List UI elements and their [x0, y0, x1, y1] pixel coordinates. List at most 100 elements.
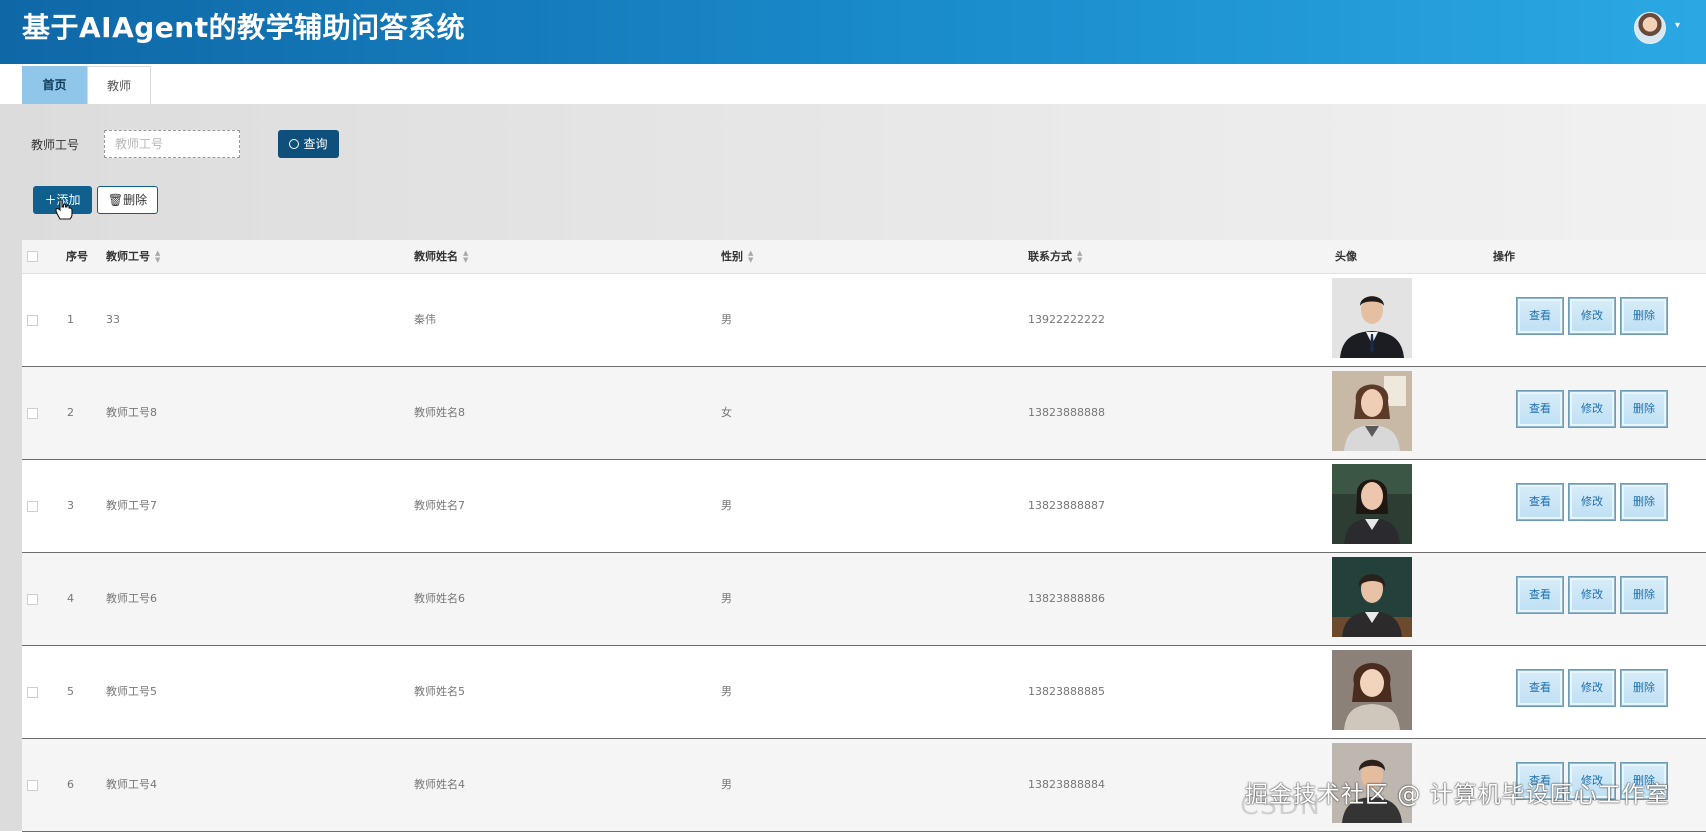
sort-icon[interactable]: ▲ ▼ [155, 250, 160, 264]
row-actions: 查看 修改 删除 [1515, 484, 1670, 522]
cell-teacher-id: 教师工号4 [106, 778, 157, 791]
column-header-gender-label: 性别 [721, 250, 743, 263]
column-header-teacher-name[interactable]: 教师姓名 ▲ ▼ [414, 240, 468, 274]
cell-gender: 男 [721, 499, 732, 512]
row-actions: 查看 修改 删除 [1515, 298, 1670, 336]
delete-button[interactable]: 删除 [1621, 577, 1667, 613]
edit-button[interactable]: 修改 [1569, 298, 1615, 334]
user-avatar[interactable] [1634, 12, 1666, 44]
column-header-teacher-id-label: 教师工号 [106, 250, 150, 263]
cell-gender: 男 [721, 685, 732, 698]
table-row: 2 教师工号8 教师姓名8 女 13823888888 查看 修改 删除 [22, 367, 1706, 460]
query-button-label: 查询 [303, 137, 328, 151]
select-all-checkbox[interactable] [27, 251, 38, 262]
trash-icon: 🗑 [107, 193, 124, 207]
view-button[interactable]: 查看 [1517, 484, 1563, 520]
cell-teacher-id: 教师工号7 [106, 499, 157, 512]
row-checkbox[interactable] [27, 408, 38, 419]
cell-teacher-name: 教师姓名4 [414, 778, 465, 791]
teacher-avatar-image [1332, 371, 1412, 451]
column-header-avatar: 头像 [1335, 250, 1357, 263]
view-button[interactable]: 查看 [1517, 298, 1563, 334]
view-button[interactable]: 查看 [1517, 391, 1563, 427]
cell-index: 6 [67, 778, 74, 791]
view-button[interactable]: 查看 [1517, 577, 1563, 613]
table-row: 1 33 秦伟 男 13922222222 查看 修改 删除 [22, 274, 1706, 367]
cell-gender: 男 [721, 778, 732, 791]
cell-index: 1 [67, 313, 74, 326]
cell-index: 2 [67, 406, 74, 419]
edit-button[interactable]: 修改 [1569, 670, 1615, 706]
teacher-avatar-image [1332, 557, 1412, 637]
row-checkbox[interactable] [27, 780, 38, 791]
cell-gender: 男 [721, 313, 732, 326]
tab-home[interactable]: 首页 [22, 66, 87, 104]
delete-button[interactable]: 删除 [1621, 298, 1667, 334]
column-header-contact-label: 联系方式 [1028, 250, 1072, 263]
delete-button[interactable]: 删除 [1621, 391, 1667, 427]
tab-teacher[interactable]: 教师 [87, 66, 151, 104]
row-actions: 查看 修改 删除 [1515, 577, 1670, 615]
sort-icon[interactable]: ▲ ▼ [748, 250, 753, 264]
cell-teacher-name: 教师姓名6 [414, 592, 465, 605]
query-button[interactable]: 查询 [278, 130, 339, 158]
hand-cursor-icon [55, 199, 73, 220]
row-checkbox[interactable] [27, 687, 38, 698]
teacher-id-search-input[interactable] [104, 130, 240, 158]
cell-index: 5 [67, 685, 74, 698]
edit-button[interactable]: 修改 [1569, 391, 1615, 427]
teacher-avatar-image [1332, 278, 1412, 358]
cell-teacher-id: 教师工号8 [106, 406, 157, 419]
row-checkbox[interactable] [27, 501, 38, 512]
cell-index: 3 [67, 499, 74, 512]
search-label: 教师工号 [31, 138, 80, 152]
teacher-table: 序号 教师工号 ▲ ▼ 教师姓名 ▲ ▼ 性别 ▲ ▼ 联系方式 ▲ ▼ 头像 操作 1 33 … [22, 240, 1706, 832]
table-row: 3 教师工号7 教师姓名7 男 13823888887 查看 修改 删除 [22, 460, 1706, 553]
view-button[interactable]: 查看 [1517, 670, 1563, 706]
table-header: 序号 教师工号 ▲ ▼ 教师姓名 ▲ ▼ 性别 ▲ ▼ 联系方式 ▲ ▼ 头像 操作 [22, 240, 1706, 274]
row-checkbox[interactable] [27, 315, 38, 326]
app-title: 基于AIAgent的教学辅助问答系统 [22, 11, 466, 44]
batch-delete-label: 删除 [123, 193, 148, 207]
cell-contact: 13823888884 [1028, 778, 1105, 791]
row-actions: 查看 修改 删除 [1515, 391, 1670, 429]
cell-gender: 男 [721, 592, 732, 605]
column-header-gender[interactable]: 性别 ▲ ▼ [721, 240, 753, 274]
delete-button[interactable]: 删除 [1621, 484, 1667, 520]
cell-teacher-id: 33 [106, 313, 120, 326]
column-header-teacher-name-label: 教师姓名 [414, 250, 458, 263]
cell-teacher-name: 教师姓名5 [414, 685, 465, 698]
tab-bar: 首页 教师 [0, 64, 1706, 104]
cell-contact: 13823888886 [1028, 592, 1105, 605]
cell-teacher-id: 教师工号6 [106, 592, 157, 605]
app-header: 基于AIAgent的教学辅助问答系统 ▾ [0, 0, 1706, 64]
cell-contact: 13922222222 [1028, 313, 1105, 326]
cell-contact: 13823888885 [1028, 685, 1105, 698]
table-row: 5 教师工号5 教师姓名5 男 13823888885 查看 修改 删除 [22, 646, 1706, 739]
cell-teacher-name: 教师姓名7 [414, 499, 465, 512]
cell-index: 4 [67, 592, 74, 605]
delete-button[interactable]: 删除 [1621, 670, 1667, 706]
cell-teacher-name: 教师姓名8 [414, 406, 465, 419]
watermark: 掘金技术社区 @ 计算机毕设匠心工作室 [1245, 782, 1670, 808]
edit-button[interactable]: 修改 [1569, 577, 1615, 613]
table-row: 4 教师工号6 教师姓名6 男 13823888886 查看 修改 删除 [22, 553, 1706, 646]
row-actions: 查看 修改 删除 [1515, 670, 1670, 708]
cell-gender: 女 [721, 406, 732, 419]
column-header-contact[interactable]: 联系方式 ▲ ▼ [1028, 240, 1082, 274]
sort-icon[interactable]: ▲ ▼ [1077, 250, 1082, 264]
cell-contact: 13823888888 [1028, 406, 1105, 419]
teacher-avatar-image [1332, 650, 1412, 730]
cell-teacher-id: 教师工号5 [106, 685, 157, 698]
column-header-actions: 操作 [1493, 250, 1515, 263]
batch-delete-button[interactable]: 🗑删除 [97, 186, 158, 214]
cell-teacher-name: 秦伟 [414, 313, 436, 326]
chevron-down-icon[interactable]: ▾ [1675, 20, 1687, 32]
edit-button[interactable]: 修改 [1569, 484, 1615, 520]
sort-icon[interactable]: ▲ ▼ [463, 250, 468, 264]
column-header-teacher-id[interactable]: 教师工号 ▲ ▼ [106, 240, 160, 274]
search-icon [289, 139, 300, 149]
teacher-avatar-image [1332, 464, 1412, 544]
main-content: 教师工号 查询 ＋添加 🗑删除 序号 教师工号▲▼ 教师姓名▲▼ 性别▲▼ 联系… [0, 104, 1706, 832]
row-checkbox[interactable] [27, 594, 38, 605]
